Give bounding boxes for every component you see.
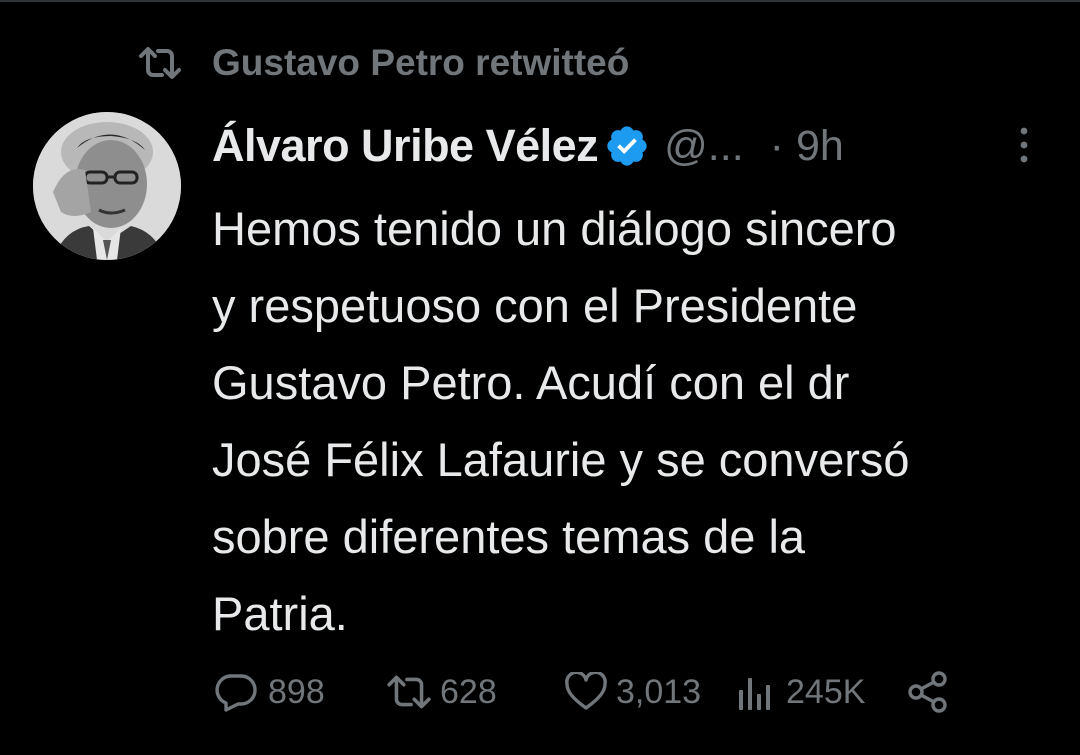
views-button[interactable]: 245K (736, 668, 865, 716)
retweet-banner[interactable]: Gustavo Petro retwitteó (138, 38, 629, 88)
author-name[interactable]: Álvaro Uribe Vélez (212, 120, 599, 172)
reply-icon (214, 672, 258, 712)
like-count: 3,013 (616, 672, 702, 711)
views-chart-icon (736, 672, 776, 712)
retweet-icon (138, 46, 182, 80)
tweet-time[interactable]: 9h (796, 122, 844, 171)
views-count: 245K (786, 672, 866, 711)
author-handle[interactable]: @... (664, 122, 744, 171)
like-button[interactable]: 3,013 (564, 668, 701, 716)
share-button[interactable] (906, 668, 950, 716)
tweet-header: Álvaro Uribe Vélez @... · 9h (212, 114, 1042, 178)
tweet-actions: 898 628 3,013 245K (214, 668, 974, 716)
avatar[interactable] (33, 112, 181, 260)
tweet-container: Gustavo Petro retwitteó Álvaro Uribe Vél… (0, 0, 1080, 755)
tweet-text-line: José Félix Lafaurie y se conversó (212, 433, 910, 486)
header-separator: · (769, 121, 784, 170)
verified-badge-icon (604, 123, 650, 169)
tweet-text-line: Patria. (212, 587, 348, 640)
heart-icon (564, 672, 608, 712)
tweet-text-line: Gustavo Petro. Acudí con el dr (212, 356, 850, 409)
retweet-button[interactable]: 628 (386, 668, 497, 716)
tweet-text-line: sobre diferentes temas de la (212, 510, 806, 563)
retweet-banner-text: Gustavo Petro retwitteó (212, 42, 630, 83)
retweet-count: 628 (440, 672, 497, 711)
reply-count: 898 (268, 672, 325, 711)
tweet-text-line: Hemos tenido un diálogo sincero (212, 202, 897, 255)
share-icon (906, 670, 950, 714)
more-options-icon[interactable] (1010, 120, 1038, 170)
tweet-text-line: y respetuoso con el Presidente (212, 279, 858, 332)
reply-button[interactable]: 898 (214, 668, 325, 716)
tweet-text: Hemos tenido un diálogo sincero y respet… (212, 190, 1052, 652)
retweet-icon (386, 674, 432, 710)
